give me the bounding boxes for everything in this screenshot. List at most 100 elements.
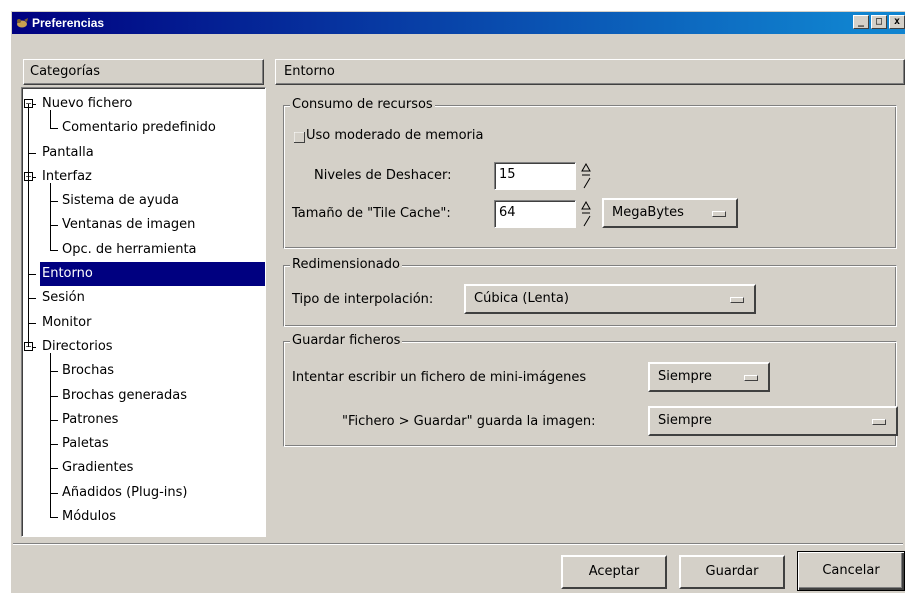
tree-item[interactable]: Sistema de ayuda — [26, 189, 265, 213]
tile-cache-spinner[interactable] — [580, 200, 592, 228]
undo-levels-spinner[interactable] — [580, 162, 592, 190]
environment-panel: Consumo de recursos Uso moderado de memo… — [275, 87, 905, 539]
option-indicator-icon — [730, 297, 744, 303]
tree-child-spine — [50, 182, 51, 250]
option-indicator-icon — [712, 211, 726, 217]
memory-checkbox-label[interactable]: Uso moderado de memoria — [306, 128, 483, 143]
categories-header-label: Categorías — [30, 64, 101, 79]
ok-button[interactable]: Aceptar — [561, 555, 667, 589]
tree-item-label: Sesión — [42, 290, 85, 306]
tree-item-label: Sistema de ayuda — [62, 193, 179, 209]
tree-item-label: Módulos — [62, 509, 116, 525]
section-header: Entorno — [275, 59, 905, 85]
tree-connector — [50, 225, 58, 227]
tree-item[interactable]: Pantalla — [26, 141, 265, 165]
tree-item-label: Gradientes — [62, 460, 134, 476]
save-button[interactable]: Guardar — [679, 555, 785, 589]
interpolation-label: Tipo de interpolación: — [292, 292, 434, 307]
tree-item[interactable]: Paletas — [26, 432, 265, 456]
tree-item[interactable]: Entorno — [26, 262, 265, 287]
tree-item-label: Nuevo fichero — [42, 96, 133, 111]
tree-connector — [50, 444, 58, 446]
tree-connector — [28, 298, 36, 300]
maximize-button[interactable]: □ — [871, 15, 887, 29]
tree-connector — [50, 395, 58, 397]
ok-button-label: Aceptar — [588, 564, 640, 579]
categories-header[interactable]: Categorías — [23, 59, 264, 85]
title-bar[interactable]: Preferencias _ □ x — [12, 12, 905, 34]
tile-cache-unit-select[interactable]: MegaBytes — [602, 198, 738, 228]
tree-item-label: Ventanas de imagen — [62, 217, 196, 233]
tree-item[interactable]: Sesión — [26, 286, 265, 310]
undo-levels-label: Niveles de Deshacer: — [314, 168, 452, 183]
thumbnail-select[interactable]: Siempre — [648, 362, 770, 392]
option-indicator-icon — [744, 375, 758, 381]
bottom-separator — [13, 543, 903, 545]
tree-item-label: Brochas — [62, 363, 115, 379]
option-indicator-icon — [872, 419, 886, 425]
tree-item-label: Patrones — [62, 411, 119, 427]
tree-connector — [50, 492, 58, 494]
tree-connector — [50, 371, 58, 373]
tree-child-spine — [50, 110, 51, 129]
thumbnail-label: Intentar escribir un fichero de mini-imá… — [292, 370, 587, 385]
tree-item-label: Entorno — [40, 262, 265, 287]
tree-container: − Nuevo fichero Comentario predefinido Pant… — [24, 92, 265, 529]
tile-cache-label: Tamaño de "Tile Cache": — [292, 206, 451, 221]
save-files-group: Guardar ficheros Intentar escribir un fi… — [283, 333, 898, 447]
resize-group: Redimensionado Tipo de interpolación: Cú… — [283, 257, 897, 327]
undo-levels-input[interactable]: 15 — [494, 162, 576, 190]
thumbnail-value: Siempre — [658, 369, 712, 384]
save-image-select[interactable]: Siempre — [648, 406, 898, 436]
tree-item-label: Añadidos (Plug-ins) — [62, 484, 188, 500]
window-title: Preferencias — [32, 16, 105, 30]
interpolation-select[interactable]: Cúbica (Lenta) — [464, 284, 756, 314]
save-image-value: Siempre — [658, 413, 712, 428]
save-image-label: "Fichero > Guardar" guarda la imagen: — [342, 414, 596, 429]
cancel-button-label: Cancelar — [822, 563, 880, 578]
tree-item[interactable]: Módulos — [26, 505, 265, 529]
tree-connector — [28, 152, 36, 154]
undo-levels-value: 15 — [499, 167, 516, 182]
tree-item-label: Opc. de herramienta — [62, 241, 197, 257]
preferences-window: Preferencias _ □ x Categorías − Nuevo fic… — [10, 10, 905, 593]
tree-item[interactable]: − Nuevo fichero — [24, 92, 265, 116]
tree-item[interactable]: Gradientes — [26, 456, 265, 480]
tree-child-spine — [50, 353, 51, 518]
save-files-group-title: Guardar ficheros — [290, 333, 403, 348]
tile-cache-value: 64 — [499, 205, 516, 220]
tree-item-label: Monitor — [42, 314, 92, 330]
tree-connector — [50, 201, 58, 203]
window-controls: _ □ x — [851, 15, 905, 31]
interpolation-value: Cúbica (Lenta) — [474, 291, 569, 306]
categories-tree[interactable]: − Nuevo fichero Comentario predefinido Pant… — [21, 87, 266, 537]
tree-connector — [50, 249, 58, 251]
tree-item[interactable]: Brochas generadas — [26, 384, 265, 408]
close-button[interactable]: x — [889, 15, 905, 29]
resources-group-title: Consumo de recursos — [290, 97, 435, 112]
section-title: Entorno — [284, 64, 335, 79]
tree-item[interactable]: Patrones — [26, 408, 265, 432]
tree-connector — [50, 468, 58, 470]
tile-cache-unit-value: MegaBytes — [612, 205, 684, 220]
tree-item[interactable]: Comentario predefinido — [26, 116, 265, 140]
tree-item[interactable]: Brochas — [26, 359, 265, 383]
minimize-button[interactable]: _ — [853, 15, 869, 29]
tree-item[interactable]: Añadidos (Plug-ins) — [26, 481, 265, 505]
tree-item[interactable]: Monitor — [26, 311, 265, 335]
tree-item-label: Interfaz — [42, 168, 92, 184]
tree-connector — [50, 419, 58, 421]
tree-item-label: Paletas — [62, 436, 109, 452]
tree-item[interactable]: Ventanas de imagen — [26, 213, 265, 237]
tree-item[interactable]: − Directorios — [24, 335, 265, 359]
save-button-label: Guardar — [705, 564, 759, 579]
tree-item-label: Comentario predefinido — [62, 120, 216, 136]
tree-connector — [28, 322, 36, 324]
tree-connector — [28, 274, 36, 276]
tree-item[interactable]: − Interfaz — [24, 165, 265, 189]
tree-item-label: Brochas generadas — [62, 387, 187, 403]
tile-cache-input[interactable]: 64 — [494, 200, 576, 228]
cancel-button[interactable]: Cancelar — [797, 551, 905, 591]
memory-checkbox[interactable] — [294, 132, 305, 143]
tree-item[interactable]: Opc. de herramienta — [26, 238, 265, 262]
